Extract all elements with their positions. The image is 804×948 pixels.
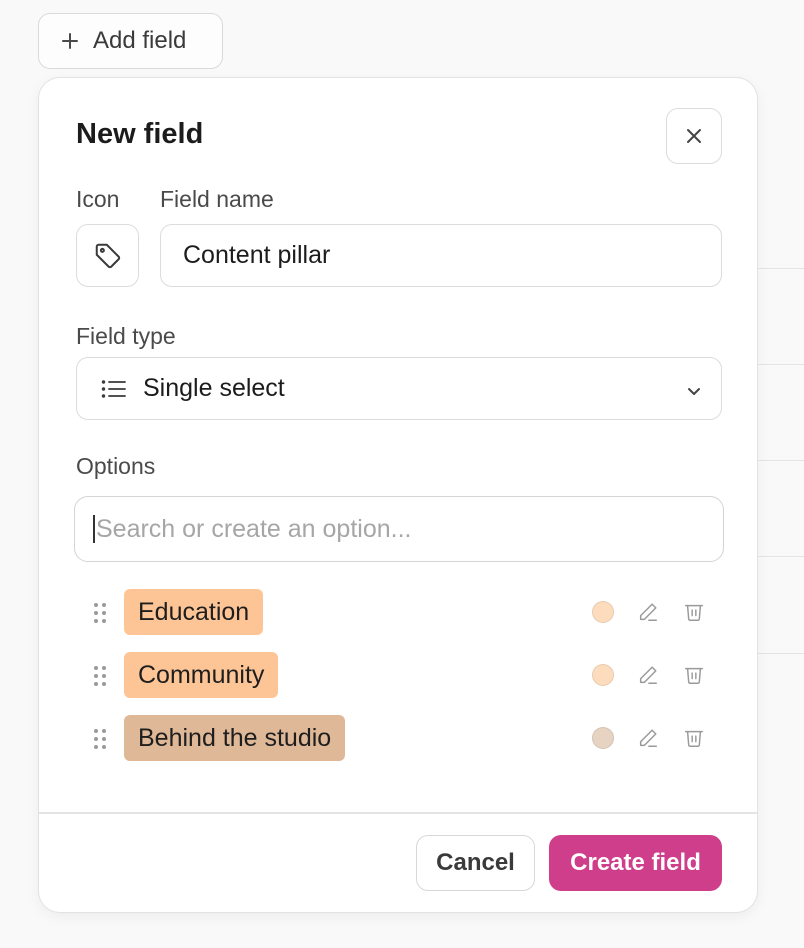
add-field-label: Add field	[93, 27, 187, 54]
option-row[interactable]: Behind the studio	[89, 715, 709, 763]
color-dot[interactable]	[592, 601, 614, 623]
list-icon	[101, 378, 127, 400]
field-type-label: Field type	[76, 323, 176, 349]
bg-divider	[757, 556, 804, 557]
new-field-dialog: New field Icon Field name Content pillar…	[38, 77, 758, 913]
search-placeholder: Search or create an option...	[96, 514, 412, 543]
drag-handle-icon[interactable]	[89, 601, 111, 625]
plus-icon	[61, 26, 79, 56]
option-tag[interactable]: Education	[124, 589, 264, 635]
cancel-button[interactable]: Cancel	[416, 835, 535, 891]
option-tag[interactable]: Community	[124, 652, 279, 698]
icon-label: Icon	[76, 186, 120, 212]
footer-divider	[39, 812, 757, 814]
bg-divider	[757, 653, 804, 654]
color-dot[interactable]	[592, 664, 614, 686]
field-type-value: Single select	[143, 374, 285, 402]
bg-divider	[757, 364, 804, 365]
option-tag[interactable]: Behind the studio	[124, 715, 346, 761]
create-field-button[interactable]: Create field	[549, 835, 722, 891]
tag-icon	[93, 241, 123, 271]
text-caret	[93, 515, 95, 543]
field-name-value: Content pillar	[183, 241, 331, 269]
close-button[interactable]	[666, 108, 722, 164]
edit-icon[interactable]	[637, 601, 659, 628]
edit-icon[interactable]	[637, 727, 659, 754]
icon-picker-button[interactable]	[76, 224, 139, 287]
trash-icon[interactable]	[683, 727, 705, 754]
option-row[interactable]: Education	[89, 589, 709, 637]
trash-icon[interactable]	[683, 664, 705, 691]
edit-icon[interactable]	[637, 664, 659, 691]
field-name-input[interactable]: Content pillar	[160, 224, 722, 287]
color-dot[interactable]	[592, 727, 614, 749]
drag-handle-icon[interactable]	[89, 664, 111, 688]
options-label: Options	[76, 453, 156, 479]
bg-divider	[757, 460, 804, 461]
option-row[interactable]: Community	[89, 652, 709, 700]
bg-divider	[757, 268, 804, 269]
close-icon	[685, 127, 703, 145]
field-type-select[interactable]: Single select	[76, 357, 722, 420]
dialog-title: New field	[76, 118, 204, 150]
trash-icon[interactable]	[683, 601, 705, 628]
drag-handle-icon[interactable]	[89, 727, 111, 751]
field-name-label: Field name	[160, 186, 274, 212]
add-field-button[interactable]: Add field	[38, 13, 223, 69]
option-search-input[interactable]: Search or create an option...	[74, 496, 724, 562]
chevron-down-icon	[685, 378, 703, 407]
